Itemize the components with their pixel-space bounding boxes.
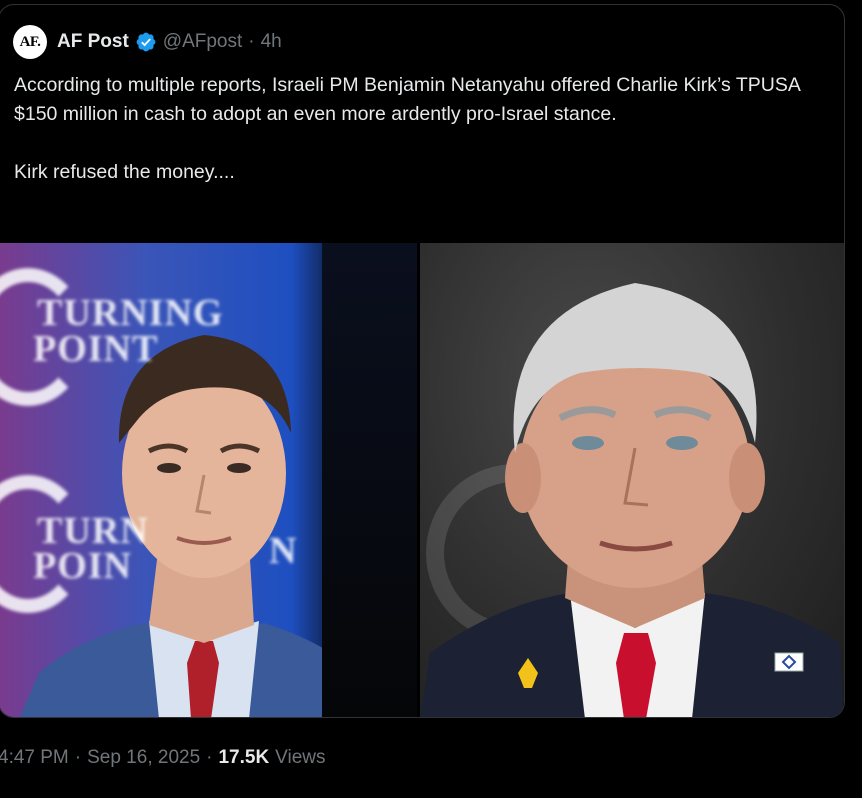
footer-separator: ·: [206, 747, 213, 768]
tweet-time[interactable]: 4:47 PM: [0, 747, 69, 769]
quoted-tweet-card[interactable]: AF. AF Post @AFpost · 4h According to mu…: [0, 4, 845, 718]
tweet-metadata-footer: 4:47 PM · Sep 16, 2025 · 17.5K Views: [0, 744, 326, 772]
sign-text-turn: TURN: [37, 510, 149, 552]
dark-background: [322, 243, 417, 717]
footer-separator: ·: [74, 747, 82, 768]
views-label: Views: [275, 747, 326, 768]
sign-text-n: N: [269, 530, 298, 572]
header-separator: ·: [248, 31, 255, 52]
sign-text-point: POINT: [33, 328, 159, 370]
tweet-media[interactable]: TURNING POINT TURN POIN N: [0, 243, 844, 717]
sign-text-poin: POIN: [33, 545, 132, 587]
tweet-header: AF. AF Post @AFpost · 4h: [13, 25, 282, 59]
person-figure-right: [420, 283, 844, 717]
author-display-name[interactable]: AF Post: [57, 31, 129, 53]
tweet-text: According to multiple reports, Israeli P…: [14, 74, 800, 183]
views-count: 17.5K: [218, 747, 270, 768]
verified-badge-icon: [136, 32, 156, 52]
tweet-date[interactable]: Sep 16, 2025: [87, 747, 200, 769]
tweet-time-ago[interactable]: 4h: [261, 31, 282, 53]
author-handle[interactable]: @AFpost: [163, 31, 242, 53]
tweet-detail-view: AF. AF Post @AFpost · 4h According to mu…: [0, 0, 862, 798]
photo-charlie-kirk[interactable]: TURNING POINT TURN POIN N: [0, 243, 417, 717]
photo-benjamin-netanyahu[interactable]: [420, 243, 844, 717]
sign-text-turning: TURNING: [37, 292, 224, 334]
avatar[interactable]: AF.: [13, 25, 47, 59]
